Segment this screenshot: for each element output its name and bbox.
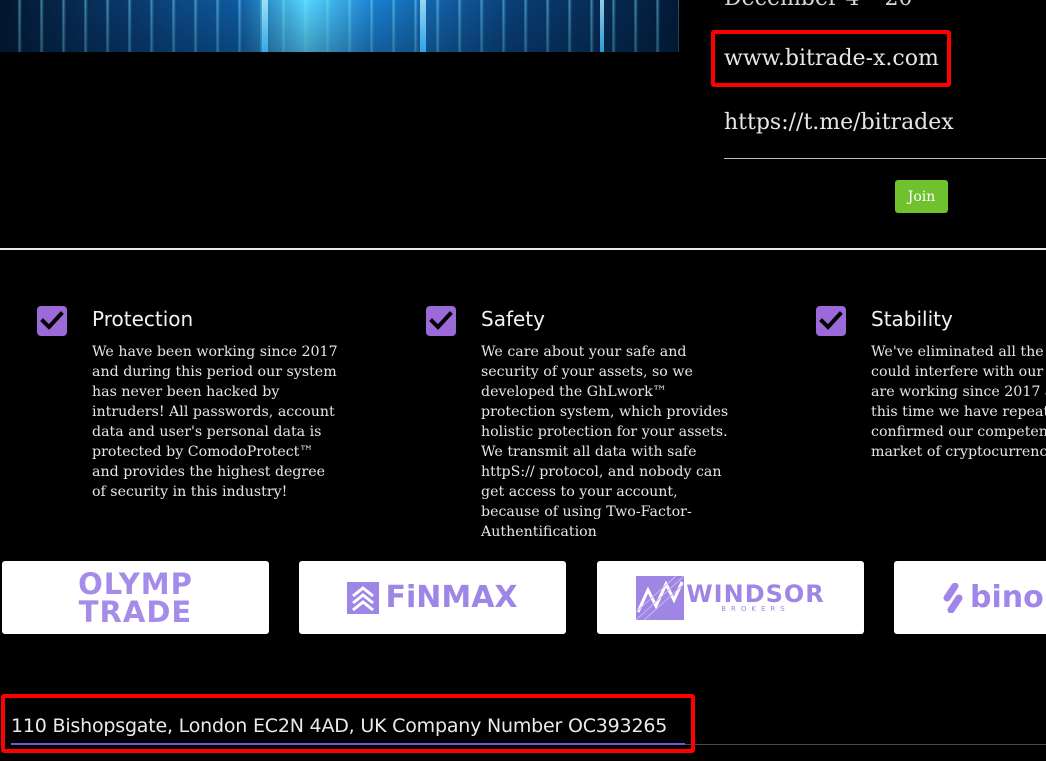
binomo-mark-icon bbox=[943, 582, 963, 613]
divider bbox=[724, 158, 1046, 159]
join-button[interactable]: Join bbox=[895, 180, 948, 213]
checkbox-checked-icon bbox=[37, 306, 67, 336]
event-telegram-link[interactable]: https://t.me/bitradex bbox=[724, 110, 954, 135]
finmax-logo: FiNMAX bbox=[347, 580, 518, 615]
broker-logo-binomo[interactable]: bino bbox=[894, 561, 1046, 634]
feature-description: We have been working since 2017 and duri… bbox=[92, 344, 338, 500]
section-divider bbox=[0, 248, 1046, 250]
highlight-box-address bbox=[1, 694, 695, 753]
broker-logo-olymp-trade[interactable]: OLYMP TRADE bbox=[2, 561, 269, 634]
binomo-logo: bino bbox=[942, 580, 1044, 615]
feature-title: Stability bbox=[871, 307, 953, 331]
checkbox-checked-icon bbox=[426, 306, 456, 336]
checkbox-checked-icon bbox=[816, 306, 846, 336]
feature-title: Safety bbox=[481, 307, 545, 331]
broker-logo-finmax[interactable]: FiNMAX bbox=[299, 561, 566, 634]
footer-divider bbox=[685, 744, 1046, 745]
olymp-trade-logo: OLYMP TRADE bbox=[78, 566, 193, 629]
windsor-logo: WINDSOR BROKERS bbox=[636, 575, 825, 620]
windsor-chart-icon bbox=[636, 575, 685, 620]
feature-title: Protection bbox=[92, 307, 194, 331]
finmax-chevron-icon bbox=[347, 581, 380, 614]
feature-description: We've eliminated all the fa could interf… bbox=[871, 344, 1046, 460]
broker-logo-windsor[interactable]: WINDSOR BROKERS bbox=[597, 561, 864, 634]
feature-description: We care about your safe and security of … bbox=[481, 344, 729, 540]
highlight-box-website bbox=[711, 30, 951, 87]
hero-image bbox=[0, 0, 679, 52]
event-date: December 4 – 20 bbox=[724, 0, 912, 11]
